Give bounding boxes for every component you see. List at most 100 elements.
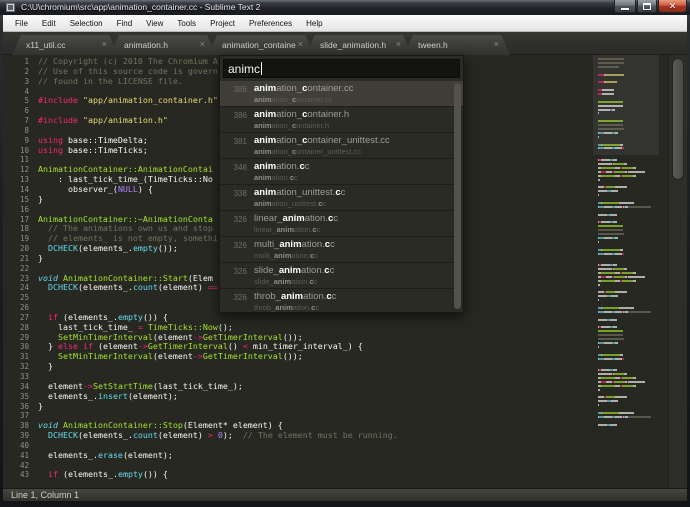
tab-close-icon[interactable]: × <box>102 39 107 49</box>
result-filename: animation.cc <box>254 161 455 173</box>
minimize-icon <box>621 8 629 10</box>
line-number: 31 <box>3 352 29 362</box>
line-number: 19 <box>3 234 29 244</box>
tab-label: tween.h <box>418 40 448 50</box>
menu-item-tools[interactable]: Tools <box>170 17 203 30</box>
line-number: 27 <box>3 313 29 323</box>
result-score: 381 <box>225 135 247 158</box>
result-score: 346 <box>225 161 247 184</box>
tab-close-icon[interactable]: × <box>200 39 205 49</box>
line-number: 32 <box>3 362 29 372</box>
line-number: 40 <box>3 441 29 451</box>
minimize-button[interactable] <box>614 0 636 13</box>
goto-input[interactable]: animc <box>223 59 460 78</box>
line-number: 10 <box>3 146 29 156</box>
window-controls: ✕ <box>614 0 687 13</box>
close-icon: ✕ <box>669 2 677 11</box>
goto-result-row[interactable]: 381animation_container_unittest.ccanimat… <box>220 133 464 159</box>
window-title: C:\U\chromium\src\app\animation_containe… <box>21 2 260 12</box>
line-number: 37 <box>3 411 29 421</box>
tab-close-icon[interactable]: × <box>298 39 303 49</box>
goto-results-list: 386animation_container.ccanimation_conta… <box>220 81 464 312</box>
line-number: 5 <box>3 96 29 106</box>
tab-label: animation_container.h <box>222 40 296 50</box>
menu-item-selection[interactable]: Selection <box>63 17 110 30</box>
goto-result-row[interactable]: 338 animation_unittest.ccanimation_unitte… <box>220 185 464 211</box>
goto-result-row[interactable]: 326linear_animation.cclinear_animation.c… <box>220 211 464 237</box>
line-number: 3 <box>3 77 29 87</box>
close-button[interactable]: ✕ <box>658 0 687 13</box>
result-path: slide_animation.cc <box>254 277 455 286</box>
goto-result-row[interactable]: 326multi_animation.ccmulti_animation.cc <box>220 237 464 263</box>
menu-item-help[interactable]: Help <box>299 17 329 30</box>
tab-slide_animation-h[interactable]: slide_animation.h× <box>306 35 412 55</box>
menu-item-view[interactable]: View <box>139 17 170 30</box>
line-number: 17 <box>3 215 29 225</box>
result-path: linear_animation.cc <box>254 225 455 234</box>
line-number: 7 <box>3 116 29 126</box>
code-line[interactable]: 43 if (elements_.empty()) { <box>3 470 603 480</box>
result-path: animation_container_unittest.cc <box>254 147 455 156</box>
line-number: 30 <box>3 342 29 352</box>
goto-result-row[interactable]: 326throb_animation.ccthrob_animation.cc <box>220 289 464 312</box>
editor-scrollbar[interactable] <box>668 55 687 488</box>
titlebar[interactable]: C:\U\chromium\src\app\animation_containe… <box>0 0 690 15</box>
goto-scrollbar-thumb[interactable] <box>454 83 461 309</box>
sublime-window: C:\U\chromium\src\app\animation_containe… <box>0 0 690 507</box>
goto-result-row[interactable]: 386 animation_container.ccanimation_conta… <box>220 81 464 107</box>
line-number: 16 <box>3 205 29 215</box>
result-path: animation_container.cc <box>254 95 455 104</box>
menu-item-preferences[interactable]: Preferences <box>242 17 299 30</box>
result-score: 326 <box>225 291 247 312</box>
menu-item-find[interactable]: Find <box>110 17 140 30</box>
line-number: 36 <box>3 402 29 412</box>
editor-scrollbar-thumb[interactable] <box>672 58 684 180</box>
result-path: animation_container.h <box>254 121 455 130</box>
code-line[interactable]: 35 elements_.insert(element); <box>3 392 603 402</box>
minimap[interactable] <box>598 58 652 432</box>
result-score: 386 <box>225 83 247 106</box>
menu-item-file[interactable]: File <box>8 17 35 30</box>
code-line[interactable]: 39 DCHECK(elements_.count(element) > 0);… <box>3 431 603 441</box>
goto-result-row[interactable]: 326slide_animation.ccslide_animation.cc <box>220 263 464 289</box>
line-number: 23 <box>3 274 29 284</box>
result-filename: animation_container.cc <box>254 83 455 95</box>
menu-item-edit[interactable]: Edit <box>35 17 63 30</box>
tab-tween-h[interactable]: tween.h × <box>404 35 510 55</box>
line-number: 4 <box>3 87 29 97</box>
line-number: 26 <box>3 303 29 313</box>
line-number: 9 <box>3 136 29 146</box>
goto-result-row[interactable]: 346animation.ccanimation.cc <box>220 159 464 185</box>
line-number: 28 <box>3 323 29 333</box>
line-number: 22 <box>3 264 29 274</box>
cursor-position-label: Line 1, Column 1 <box>11 490 79 500</box>
line-number: 14 <box>3 185 29 195</box>
code-line[interactable]: 31 SetMinTimerInterval(element->GetTimer… <box>3 352 603 362</box>
maximize-button[interactable] <box>637 0 657 13</box>
goto-anything-panel: animc 386animation_container.ccanimation… <box>219 55 464 313</box>
code-line[interactable]: 36} <box>3 402 603 412</box>
result-filename: animation_unittest.cc <box>254 187 455 199</box>
line-number: 33 <box>3 372 29 382</box>
menu-item-project[interactable]: Project <box>203 17 242 30</box>
tab-close-icon[interactable]: × <box>494 39 499 49</box>
goto-result-row[interactable]: 386animation_container.hanimation_contai… <box>220 107 464 133</box>
tab-bar: x11_util.cc×animation.h×animation_contai… <box>3 32 687 55</box>
tab-animation_container-h[interactable]: animation_container.h× <box>208 35 314 55</box>
result-path: animation_unittest.cc <box>254 199 455 208</box>
tab-x11_util-cc[interactable]: x11_util.cc× <box>12 35 118 55</box>
line-number: 20 <box>3 244 29 254</box>
line-number: 42 <box>3 461 29 471</box>
result-filename: animation_container.h <box>254 109 455 121</box>
tab-animation-h[interactable]: animation.h× <box>110 35 216 55</box>
line-number: 11 <box>3 155 29 165</box>
result-filename: slide_animation.cc <box>254 265 455 277</box>
result-score: 338 <box>225 187 247 210</box>
line-number: 25 <box>3 293 29 303</box>
maximize-icon <box>643 3 651 10</box>
status-bar: Line 1, Column 1 <box>3 488 687 501</box>
tab-close-icon[interactable]: × <box>396 39 401 49</box>
code-line[interactable]: 41 elements_.erase(element); <box>3 451 603 461</box>
line-number: 8 <box>3 126 29 136</box>
code-line[interactable]: 32 } <box>3 362 603 372</box>
